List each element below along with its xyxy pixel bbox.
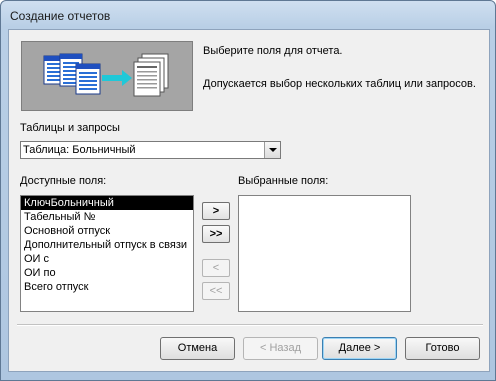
cancel-button[interactable]: Отмена bbox=[160, 337, 235, 360]
back-button[interactable]: < Назад bbox=[243, 337, 318, 360]
remove-all-fields-button[interactable]: << bbox=[202, 282, 230, 300]
finish-button[interactable]: Готово bbox=[405, 337, 480, 360]
wizard-client-area: Выберите поля для отчета. Допускается вы… bbox=[8, 29, 490, 372]
instruction-text: Выберите поля для отчета. bbox=[203, 45, 343, 57]
source-combobox[interactable]: Таблица: Больничный bbox=[20, 141, 281, 159]
title-bar[interactable]: Создание отчетов bbox=[1, 1, 495, 29]
list-item[interactable]: Табельный № bbox=[21, 210, 193, 224]
source-combobox-value: Таблица: Больничный bbox=[23, 144, 136, 156]
list-item[interactable]: ОИ с bbox=[21, 252, 193, 266]
list-item[interactable]: Дополнительный отпуск в связи bbox=[21, 238, 193, 252]
report-wizard-window: Создание отчетов Выберите поля для отчет… bbox=[0, 0, 496, 381]
list-item[interactable]: КлючБольничный bbox=[21, 196, 193, 210]
add-all-fields-button[interactable]: >> bbox=[202, 225, 230, 243]
tables-to-report-icon bbox=[43, 53, 169, 97]
selected-fields-label: Выбранные поля: bbox=[238, 175, 329, 187]
wizard-illustration bbox=[21, 41, 193, 111]
list-item[interactable]: ОИ по bbox=[21, 266, 193, 280]
window-title: Создание отчетов bbox=[10, 9, 111, 23]
available-fields-list[interactable]: КлючБольничный Табельный № Основной отпу… bbox=[20, 195, 194, 312]
list-item[interactable]: Всего отпуск bbox=[21, 280, 193, 294]
instruction-subtext: Допускается выбор нескольких таблиц или … bbox=[203, 78, 476, 90]
chevron-down-icon[interactable] bbox=[264, 142, 280, 158]
available-fields-label: Доступные поля: bbox=[20, 175, 107, 187]
list-item[interactable]: Основной отпуск bbox=[21, 224, 193, 238]
source-label: Таблицы и запросы bbox=[20, 122, 120, 134]
divider bbox=[17, 324, 483, 326]
remove-field-button[interactable]: < bbox=[202, 259, 230, 277]
next-button[interactable]: Далее > bbox=[322, 337, 397, 360]
selected-fields-list[interactable] bbox=[238, 195, 411, 312]
add-field-button[interactable]: > bbox=[202, 202, 230, 220]
